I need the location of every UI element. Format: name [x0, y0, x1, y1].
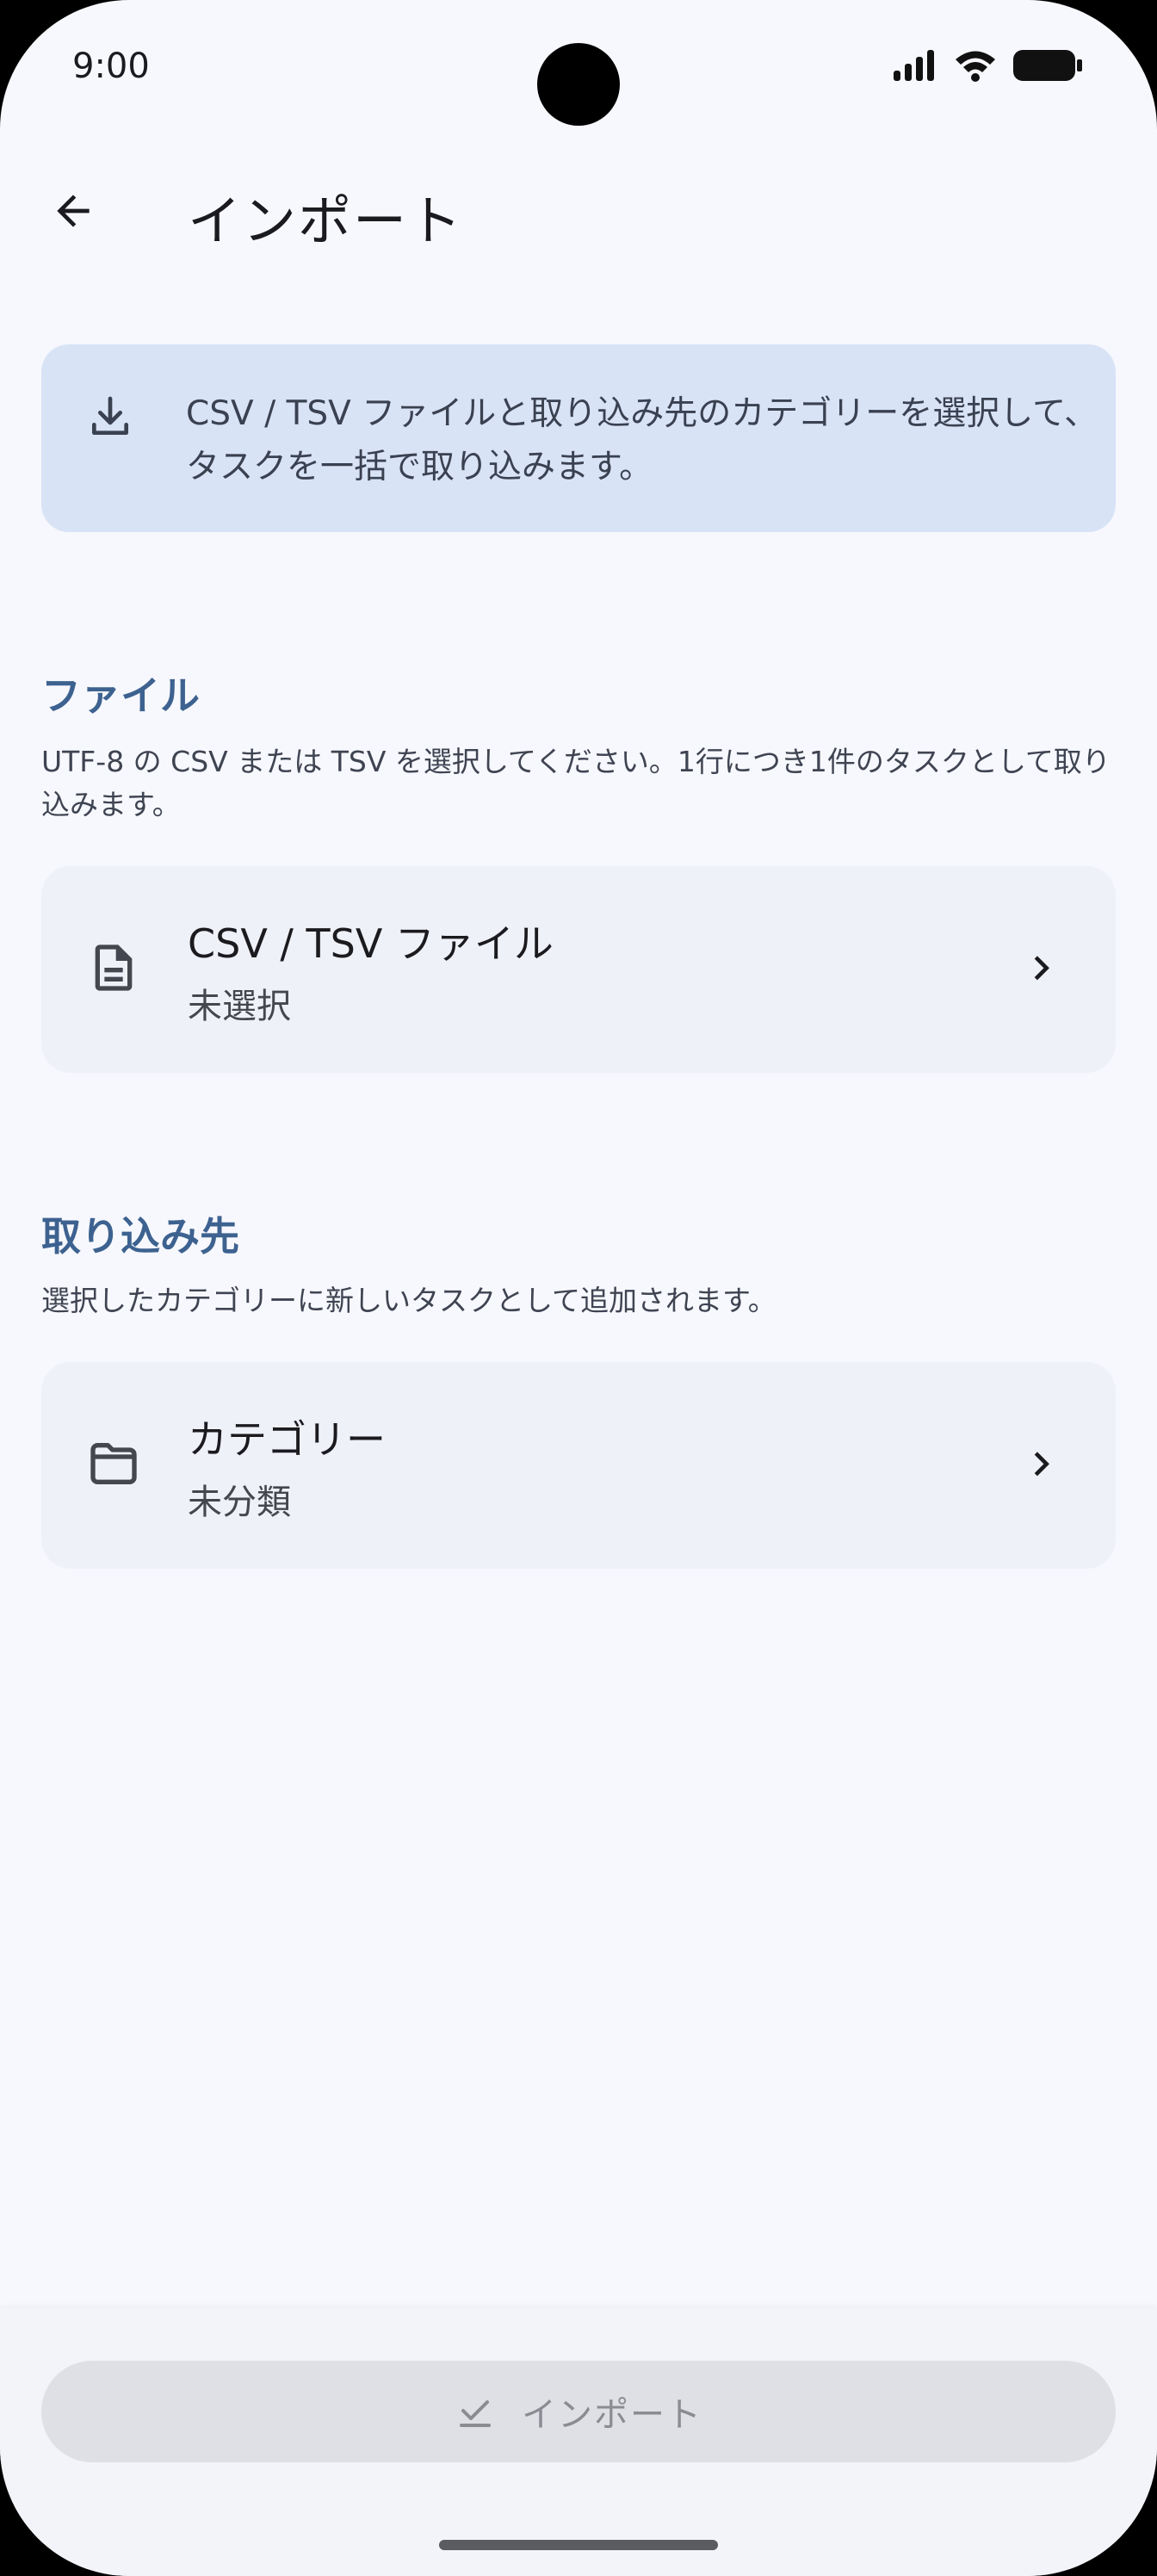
category-card-value: 未分類: [188, 1483, 291, 1522]
chevron-right-icon: [1034, 1452, 1049, 1477]
file-select-card[interactable]: CSV / TSV ファイル 未選択: [41, 866, 1116, 1073]
file-card-title: CSV / TSV ファイル: [188, 920, 554, 967]
category-select-card[interactable]: カテゴリー 未分類: [41, 1362, 1116, 1569]
document-icon: [95, 944, 133, 991]
signal-icon: [894, 50, 934, 81]
status-time: 9:00: [72, 46, 150, 86]
home-indicator[interactable]: [439, 2540, 718, 2550]
status-icons: [892, 48, 1083, 83]
file-section-description: UTF-8 の CSV または TSV を選択してください。1行につき1件のタス…: [41, 745, 1111, 821]
phone-screen: 9:00 インポート CSV / TSV ファイルと取り込み先のカテゴリーを選択…: [0, 0, 1157, 2576]
download-icon: [92, 396, 129, 435]
file-section-title: ファイル: [41, 672, 200, 719]
arrow-back-icon: [57, 195, 90, 227]
folder-icon: [90, 1443, 137, 1484]
import-button[interactable]: インポート: [41, 2361, 1116, 2462]
check-icon: [460, 2400, 491, 2427]
banner-text: CSV / TSV ファイルと取り込み先のカテゴリーを選択して、タスクを一括で取…: [186, 394, 1098, 486]
back-button[interactable]: [34, 172, 112, 250]
info-banner: CSV / TSV ファイルと取り込み先のカテゴリーを選択して、タスクを一括で取…: [41, 344, 1116, 532]
chevron-right-icon: [1034, 956, 1049, 981]
page-title: インポート: [188, 189, 464, 252]
file-card-value: 未選択: [188, 987, 291, 1026]
wifi-icon: [956, 51, 995, 82]
destination-section-title: 取り込み先: [41, 1213, 239, 1260]
import-button-label: インポート: [522, 2395, 702, 2435]
camera-cutout: [537, 43, 620, 126]
destination-section-description: 選択したカテゴリーに新しいタスクとして追加されます。: [41, 1284, 776, 1317]
battery-icon: [1013, 50, 1082, 81]
category-card-title: カテゴリー: [188, 1416, 386, 1463]
